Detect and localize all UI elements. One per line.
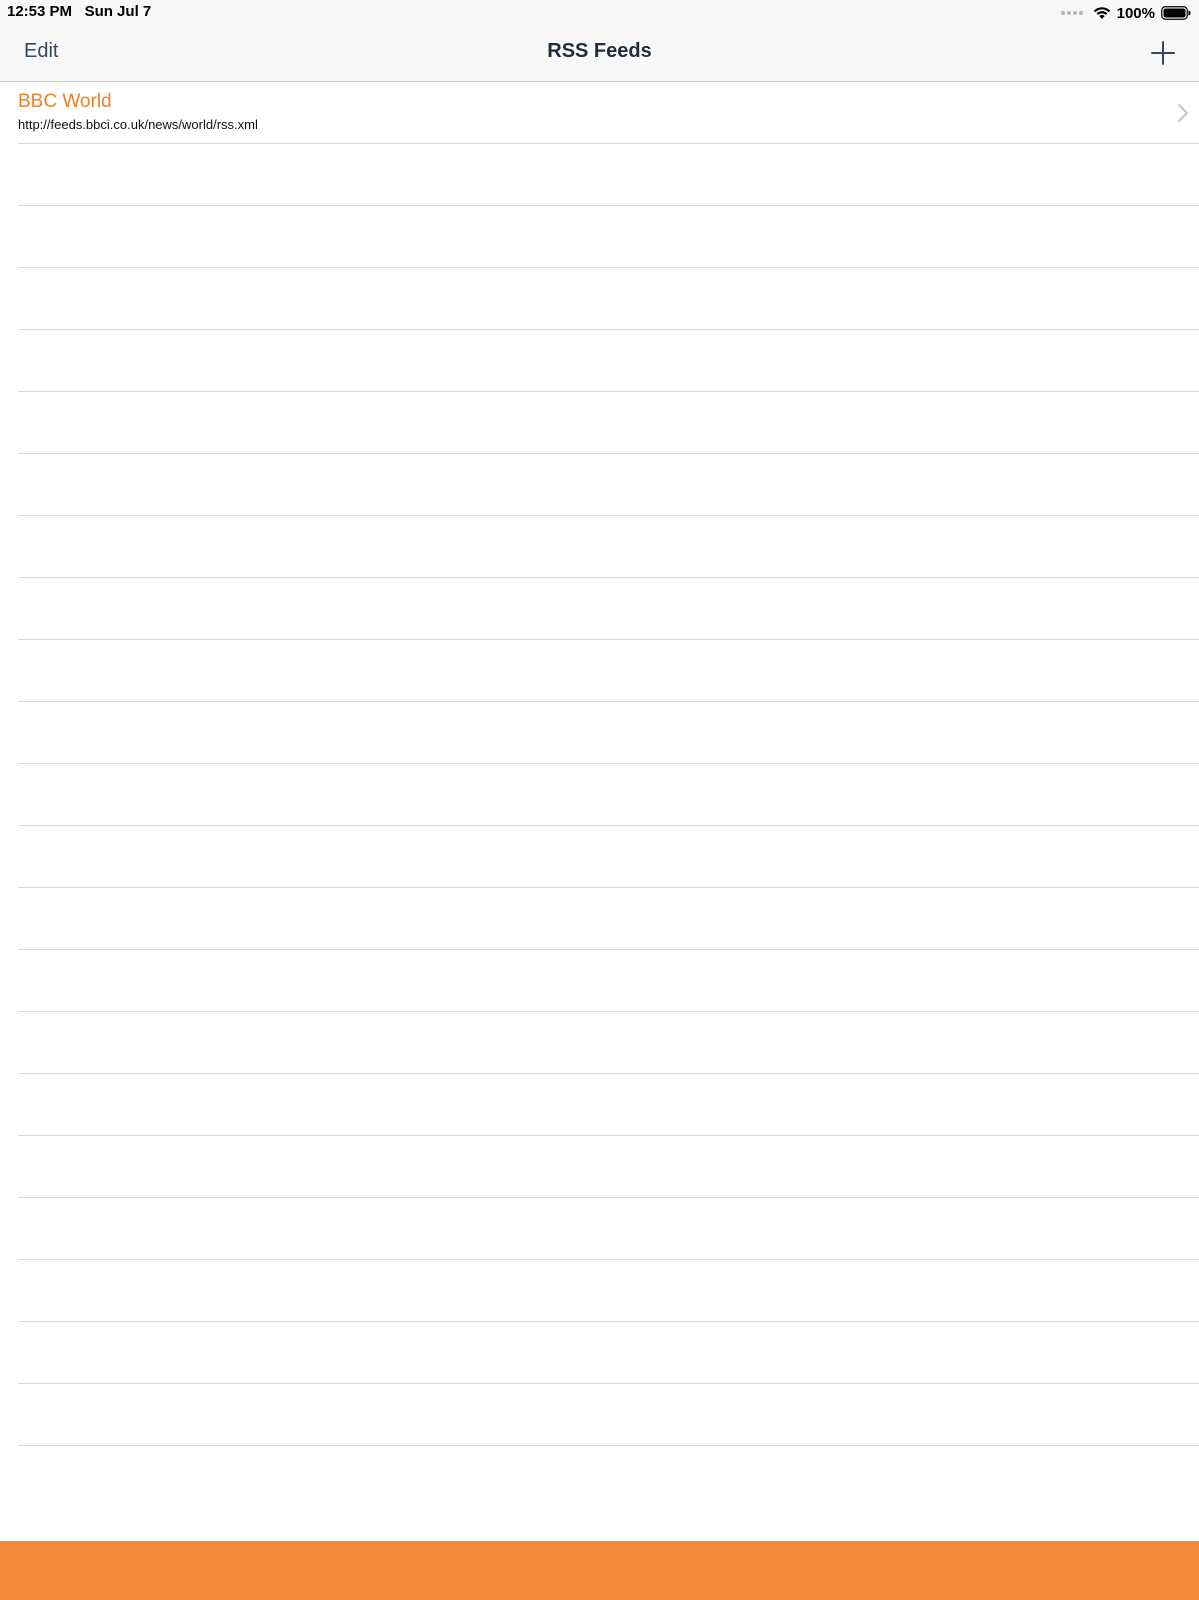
empty-row xyxy=(18,888,1199,950)
empty-row xyxy=(18,702,1199,764)
empty-row xyxy=(18,268,1199,330)
empty-row xyxy=(18,1384,1199,1446)
empty-row xyxy=(18,1136,1199,1198)
empty-row xyxy=(18,330,1199,392)
battery-icon xyxy=(1161,6,1191,20)
page-title: RSS Feeds xyxy=(547,40,652,62)
feed-title: BBC World xyxy=(18,91,112,112)
empty-row xyxy=(18,392,1199,454)
chevron-right-icon xyxy=(1178,104,1188,122)
status-indicators: 100% xyxy=(1060,3,1191,23)
empty-row xyxy=(18,1260,1199,1322)
empty-row xyxy=(18,826,1199,888)
status-bar: 12:53 PM Sun Jul 7 100% xyxy=(0,0,1199,26)
signal-dots-icon xyxy=(1060,11,1083,15)
empty-row xyxy=(18,640,1199,702)
feed-list: BBC World http://feeds.bbci.co.uk/news/w… xyxy=(0,82,1199,1446)
empty-row xyxy=(18,950,1199,1012)
empty-row xyxy=(18,516,1199,578)
bottom-bar xyxy=(0,1541,1199,1600)
navigation-bar: Edit RSS Feeds xyxy=(0,26,1199,82)
empty-row xyxy=(18,1322,1199,1384)
feed-row[interactable]: BBC World http://feeds.bbci.co.uk/news/w… xyxy=(18,82,1199,144)
empty-row xyxy=(18,578,1199,640)
status-time: 12:53 PM Sun Jul 7 xyxy=(7,3,152,20)
battery-percent: 100% xyxy=(1116,4,1155,22)
empty-row xyxy=(18,1074,1199,1136)
plus-icon[interactable] xyxy=(1149,39,1177,67)
empty-row xyxy=(18,144,1199,206)
empty-row xyxy=(18,206,1199,268)
empty-row xyxy=(18,764,1199,826)
feed-url: http://feeds.bbci.co.uk/news/world/rss.x… xyxy=(18,117,258,132)
empty-row xyxy=(18,1012,1199,1074)
empty-row xyxy=(18,454,1199,516)
wifi-icon xyxy=(1093,7,1110,19)
empty-row xyxy=(18,1198,1199,1260)
